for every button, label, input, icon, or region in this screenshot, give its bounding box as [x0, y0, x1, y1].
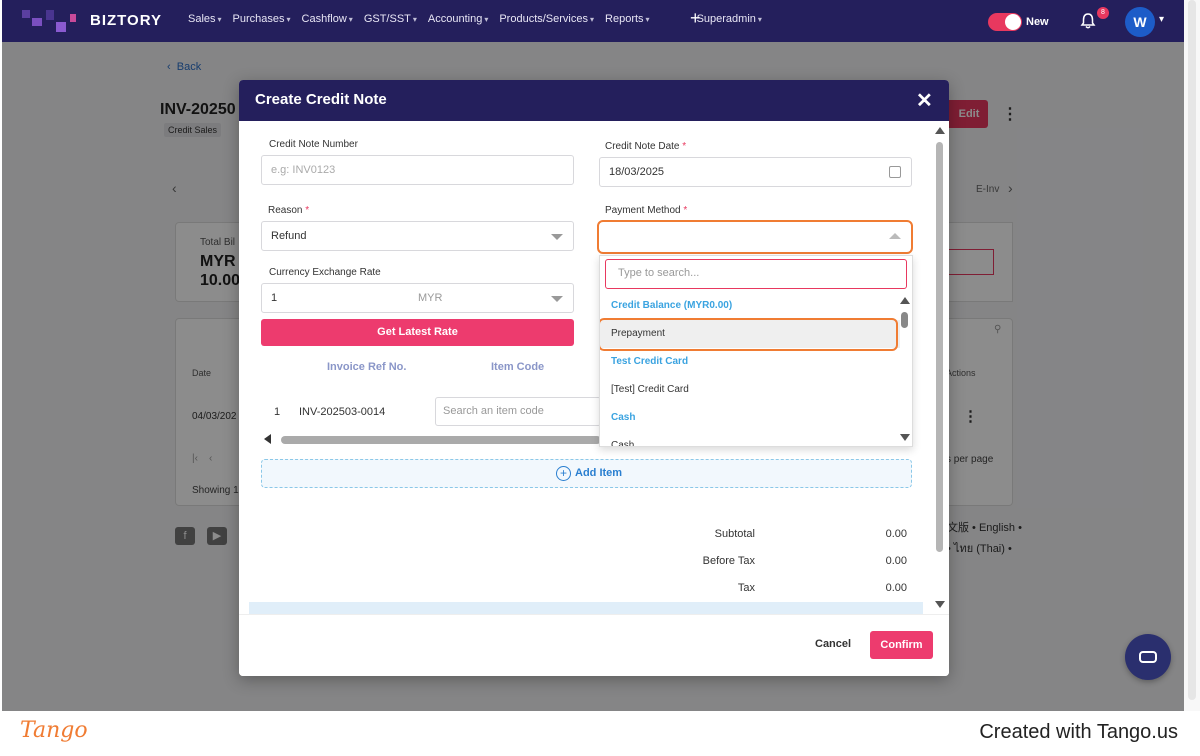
toggle-label: New	[1026, 16, 1049, 28]
option-group-credit-balance: Credit Balance (MYR0.00)	[611, 300, 733, 311]
top-navbar: BIZTORY Sales ▾ Purchases ▾ Cashflow ▾ GST/…	[2, 0, 1184, 42]
credit-note-date-label: Credit Note Date *	[605, 141, 687, 152]
invoice-ref-cell: INV-202503-0014	[299, 406, 386, 418]
reason-select[interactable]: Refund	[261, 221, 574, 251]
chevron-down-icon	[551, 234, 563, 240]
tango-logo: Tango	[20, 718, 88, 743]
app-frame: BIZTORY Sales ▾ Purchases ▾ Cashflow ▾ GST/…	[2, 0, 1184, 711]
bell-icon[interactable]	[1079, 12, 1097, 30]
notification-badge: 8	[1097, 7, 1109, 19]
add-item-label: Add Item	[575, 467, 623, 479]
option-cash[interactable]: Cash	[600, 432, 900, 446]
column-header-invoice-ref: Invoice Ref No.	[327, 361, 407, 373]
nav-superadmin[interactable]: Superadmin ▾	[697, 13, 762, 25]
before-tax-label: Before Tax	[702, 555, 755, 567]
tax-value: 0.00	[885, 582, 907, 594]
subtotal-label: Subtotal	[714, 528, 755, 540]
row-number: 1	[274, 406, 281, 418]
tango-footer: Tango Created with Tango.us	[0, 711, 1200, 756]
column-header-item-code: Item Code	[491, 361, 545, 373]
credit-note-number-label: Credit Note Number	[269, 139, 358, 150]
before-tax-value: 0.00	[885, 555, 907, 567]
new-ui-toggle[interactable]	[988, 13, 1022, 31]
main-menu: Sales ▾ Purchases ▾ Cashflow ▾ GST/SST ▾ Acc…	[188, 13, 773, 25]
chat-icon	[1139, 651, 1157, 663]
nav-accounting[interactable]: Accounting ▾	[428, 13, 488, 25]
currency-code: MYR	[418, 292, 443, 304]
nav-purchases[interactable]: Purchases ▾	[233, 13, 291, 25]
create-credit-note-dialog: Create Credit Note ✕ Credit Note Number …	[239, 80, 949, 676]
chevron-down-icon: ▾	[645, 15, 650, 24]
brand-name: BIZTORY	[90, 12, 163, 29]
option-group-test-credit-card: Test Credit Card	[611, 356, 689, 367]
credit-note-number-input[interactable]: e.g: INV0123	[261, 155, 574, 185]
nav-gst-sst[interactable]: GST/SST ▾	[364, 13, 417, 25]
cancel-button[interactable]: Cancel	[815, 638, 851, 650]
dropdown-search-input[interactable]: Type to search...	[605, 259, 907, 289]
total-row	[249, 602, 923, 614]
calendar-icon[interactable]	[889, 166, 901, 178]
highlight-outline	[600, 318, 898, 351]
nav-sales[interactable]: Sales ▾	[188, 13, 222, 25]
dropdown-scrollbar[interactable]	[899, 296, 911, 446]
chevron-down-icon: ▾	[757, 15, 762, 24]
chevron-down-icon: ▾	[217, 15, 222, 24]
payment-method-label: Payment Method *	[605, 205, 688, 216]
plus-circle-icon: +	[556, 466, 571, 481]
payment-method-select[interactable]	[597, 220, 913, 254]
chevron-down-icon	[551, 296, 563, 302]
currency-rate-label: Currency Exchange Rate	[269, 267, 381, 278]
dialog-title: Create Credit Note	[255, 91, 387, 108]
credit-note-date-input[interactable]: 18/03/2025	[599, 157, 912, 187]
dialog-scrollbar[interactable]	[934, 124, 946, 612]
get-latest-rate-button[interactable]: Get Latest Rate	[261, 319, 574, 346]
tango-credit: Created with Tango.us	[979, 721, 1178, 743]
nav-products-services[interactable]: Products/Services ▾	[499, 13, 594, 25]
chevron-down-icon: ▾	[484, 15, 489, 24]
chat-button[interactable]	[1125, 634, 1171, 680]
chevron-down-icon[interactable]: ▾	[1159, 14, 1164, 25]
chevron-down-icon: ▾	[412, 15, 417, 24]
biztory-logo[interactable]: BIZTORY	[18, 6, 178, 36]
item-code-search-input[interactable]: Search an item code	[435, 397, 601, 426]
option-group-cash: Cash	[611, 412, 636, 423]
add-item-button[interactable]: + Add Item	[261, 459, 912, 488]
nav-reports[interactable]: Reports ▾	[605, 13, 650, 25]
tax-label: Tax	[737, 582, 755, 594]
reason-label: Reason *	[268, 205, 310, 216]
chevron-up-icon	[889, 233, 901, 239]
dialog-header: Create Credit Note ✕	[239, 80, 949, 121]
chevron-down-icon: ▾	[286, 15, 291, 24]
nav-cashflow[interactable]: Cashflow ▾	[302, 13, 353, 25]
avatar[interactable]: W	[1125, 7, 1155, 37]
currency-rate-input[interactable]: 1 MYR	[261, 283, 574, 313]
plus-icon[interactable]: +	[690, 8, 701, 29]
horizontal-scrollbar[interactable]	[261, 433, 601, 445]
payment-method-dropdown: Type to search... Credit Balance (MYR0.0…	[599, 255, 913, 447]
scroll-down-icon[interactable]	[900, 434, 910, 441]
close-icon[interactable]: ✕	[916, 88, 933, 113]
option-test-credit-card[interactable]: [Test] Credit Card	[600, 376, 900, 404]
scroll-up-icon[interactable]	[935, 127, 945, 134]
page-scrollbar[interactable]	[1184, 0, 1200, 711]
confirm-button[interactable]: Confirm	[870, 631, 933, 659]
scroll-left-icon[interactable]	[264, 434, 271, 444]
chevron-down-icon: ▾	[590, 15, 595, 24]
dialog-footer: Cancel Confirm	[239, 614, 949, 676]
subtotal-value: 0.00	[885, 528, 907, 540]
scroll-up-icon[interactable]	[900, 297, 910, 304]
scroll-down-icon[interactable]	[935, 601, 945, 608]
chevron-down-icon: ▾	[348, 15, 353, 24]
